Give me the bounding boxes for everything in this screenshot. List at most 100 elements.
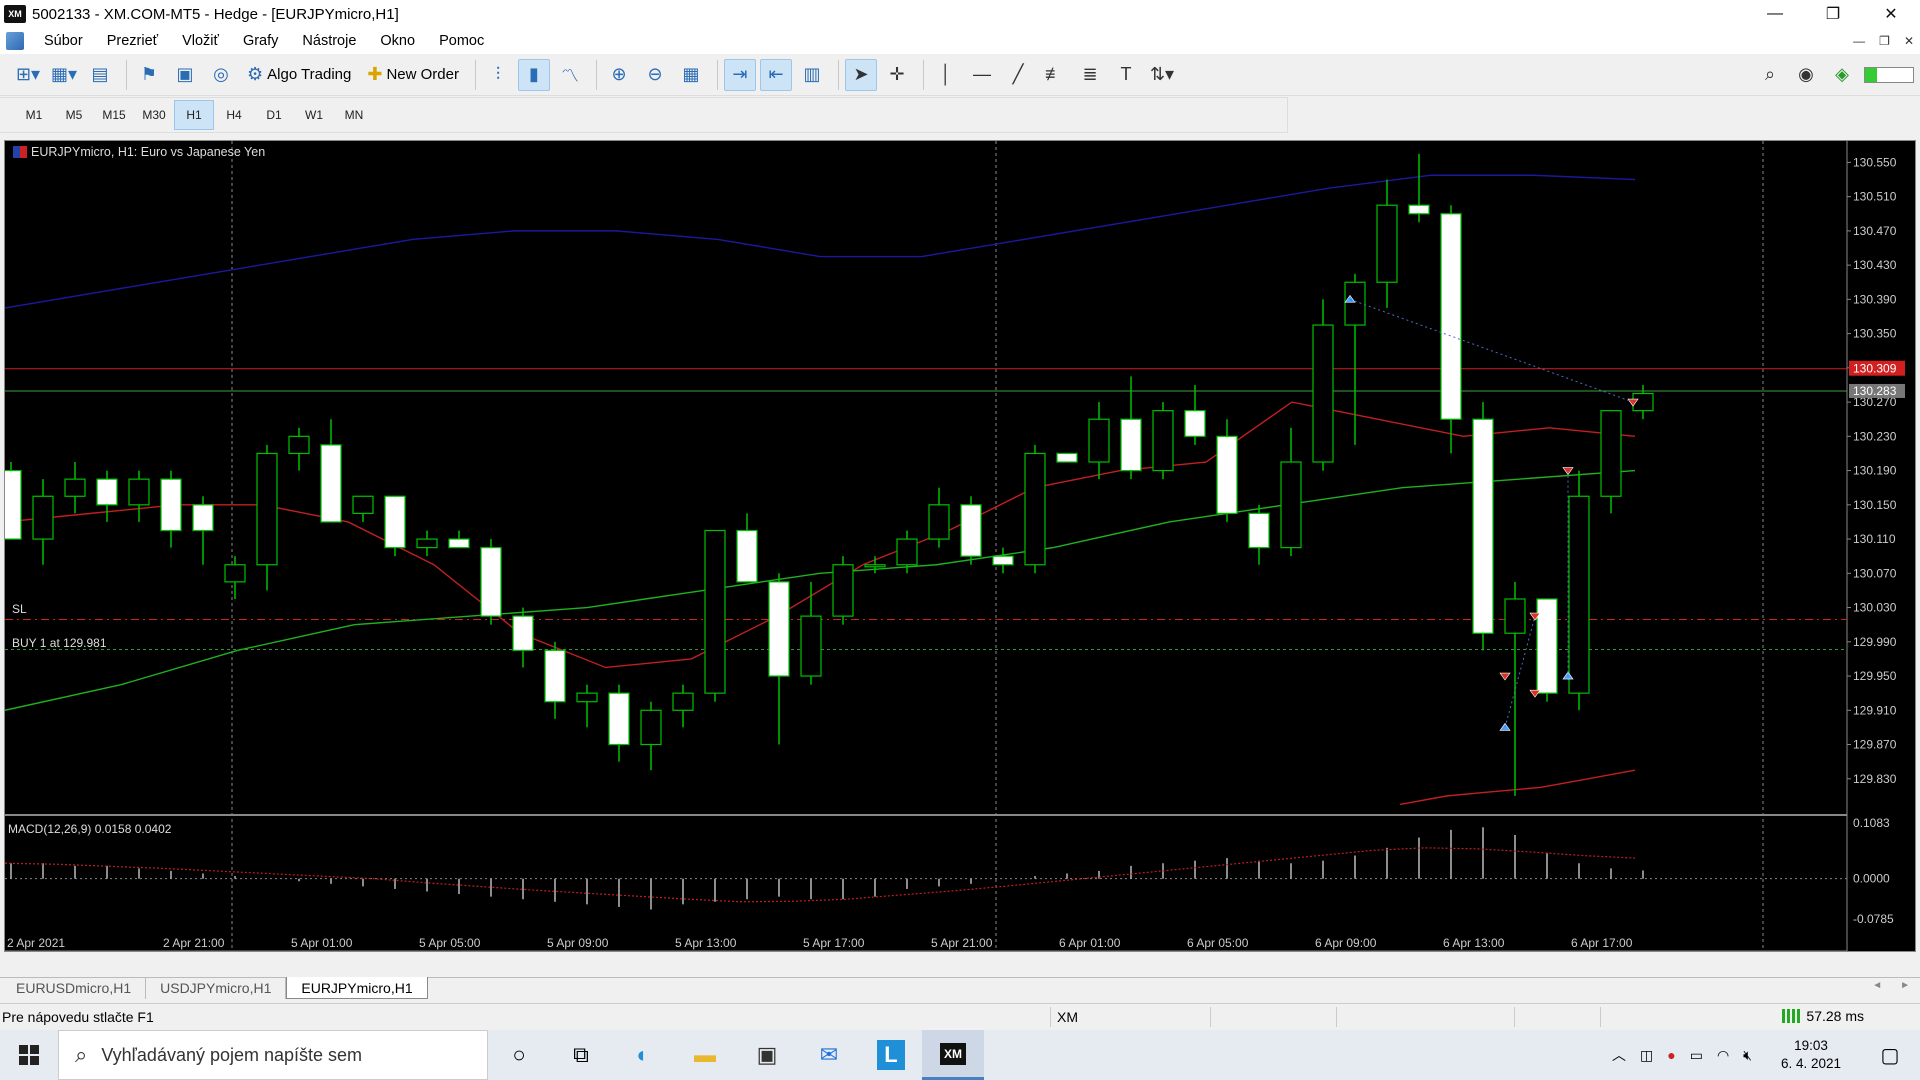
- menu-help[interactable]: Pomoc: [427, 33, 496, 49]
- candle-body: [128, 478, 150, 506]
- bid-price-label: 130.309: [1853, 362, 1897, 376]
- macd-tick-label: 0.0000: [1853, 872, 1890, 886]
- vertical-line-icon[interactable]: │: [930, 59, 962, 91]
- camera-icon[interactable]: ◫: [1640, 1047, 1653, 1064]
- new-order-button[interactable]: ✚ New Order: [361, 59, 465, 91]
- tab-prev-icon[interactable]: ◄: [1872, 980, 1882, 991]
- terminal-icon[interactable]: ▣: [169, 59, 201, 91]
- crosshair-icon[interactable]: ✛: [881, 59, 913, 91]
- battery-tray-icon[interactable]: ▭: [1690, 1047, 1703, 1064]
- timeframe-d1[interactable]: D1: [254, 100, 294, 130]
- mdi-minimize-button[interactable]: —: [1853, 34, 1865, 48]
- fibonacci-icon[interactable]: ≣: [1074, 59, 1106, 91]
- l-app-icon[interactable]: L: [860, 1030, 922, 1080]
- mdi-restore-button[interactable]: ❐: [1879, 34, 1890, 48]
- tab-eurjpy[interactable]: EURJPYmicro,H1: [286, 977, 428, 999]
- candlestick-chart-icon[interactable]: ▮: [518, 58, 550, 91]
- new-chart-icon[interactable]: ⊞▾: [12, 59, 44, 91]
- timeframe-w1[interactable]: W1: [294, 100, 334, 130]
- mdi-close-button[interactable]: ✕: [1904, 34, 1914, 48]
- macd-tick-label: -0.0785: [1853, 912, 1894, 926]
- algo-trading-button[interactable]: ⚙ Algo Trading: [241, 59, 357, 91]
- account-icon[interactable]: ◉: [1790, 59, 1822, 91]
- tray-expand-icon[interactable]: ︿: [1612, 1045, 1626, 1065]
- trendline-icon[interactable]: ╱: [1002, 59, 1034, 91]
- bar-chart-icon[interactable]: ⫶: [482, 59, 514, 91]
- notifications-icon[interactable]: ▢: [1870, 1043, 1910, 1068]
- candle-body: [192, 504, 214, 532]
- timeframe-m1[interactable]: M1: [14, 100, 54, 130]
- chart-shift-icon[interactable]: ⇤: [760, 58, 792, 91]
- timeframe-mn[interactable]: MN: [334, 100, 374, 130]
- candle-body: [384, 495, 406, 549]
- chart-window-icon[interactable]: [6, 32, 24, 50]
- timeframe-h1[interactable]: H1: [174, 100, 214, 130]
- level-badge-icon[interactable]: ◈: [1826, 59, 1858, 91]
- restore-button[interactable]: ❐: [1804, 0, 1862, 28]
- mt5-taskbar-icon[interactable]: XM: [922, 1030, 984, 1080]
- menu-file[interactable]: Súbor: [32, 33, 95, 49]
- zoom-in-icon[interactable]: ⊕: [603, 59, 635, 91]
- time-label: 5 Apr 01:00: [291, 936, 353, 950]
- equidistant-channel-icon[interactable]: ≢: [1038, 59, 1070, 91]
- signals-icon[interactable]: ◎: [205, 59, 237, 91]
- timeframe-m15[interactable]: M15: [94, 100, 134, 130]
- templates-icon[interactable]: ▥: [796, 59, 828, 91]
- horizontal-line-icon[interactable]: —: [966, 59, 998, 91]
- candle-body: [1600, 410, 1622, 497]
- tab-eurusd[interactable]: EURUSDmicro,H1: [2, 977, 147, 999]
- market-watch-icon[interactable]: ▤: [84, 59, 116, 91]
- mail-icon[interactable]: ✉: [798, 1030, 860, 1080]
- candle-body: [5, 469, 22, 540]
- store-icon[interactable]: ▣: [736, 1030, 798, 1080]
- close-button[interactable]: ✕: [1862, 0, 1920, 28]
- antivirus-icon[interactable]: ●: [1667, 1047, 1675, 1063]
- cortana-icon[interactable]: ○: [488, 1030, 550, 1080]
- timeframe-m5[interactable]: M5: [54, 100, 94, 130]
- volume-muted-icon[interactable]: 🔇︎: [1743, 1047, 1752, 1064]
- connection-status[interactable]: 57.28 ms: [1782, 1008, 1864, 1024]
- price-tick-label: 130.110: [1853, 532, 1896, 546]
- tab-next-icon[interactable]: ►: [1900, 980, 1910, 991]
- time-label: 6 Apr 01:00: [1059, 936, 1121, 950]
- cursor-icon[interactable]: ➤: [845, 58, 877, 91]
- start-button[interactable]: [0, 1030, 58, 1080]
- wifi-icon[interactable]: ◠: [1717, 1047, 1729, 1064]
- edge-icon[interactable]: ◐: [612, 1030, 674, 1080]
- price-tick-label: 130.230: [1853, 429, 1897, 443]
- strategy-tester-icon[interactable]: ⚑: [133, 59, 165, 91]
- menu-insert[interactable]: Vložiť: [170, 33, 231, 49]
- windows-taskbar: ⌕ Vyhľadávaný pojem napíšte sem ○ ⧉ ◐ ▬ …: [0, 1030, 1920, 1080]
- taskbar-clock[interactable]: 19:03 6. 4. 2021: [1766, 1037, 1856, 1073]
- candle-body: [32, 495, 54, 540]
- toolbar-separator: [596, 59, 597, 90]
- menu-tools[interactable]: Nástroje: [290, 33, 368, 49]
- candle-body: [736, 529, 758, 583]
- text-icon[interactable]: T: [1110, 59, 1142, 91]
- envelope-lower-line: [1399, 769, 1636, 806]
- tab-usdjpy[interactable]: USDJPYmicro,H1: [146, 977, 287, 999]
- line-chart-icon[interactable]: 〽: [554, 59, 586, 91]
- taskbar-search[interactable]: ⌕ Vyhľadávaný pojem napíšte sem: [58, 1030, 488, 1080]
- candle-body: [1568, 495, 1590, 694]
- file-explorer-icon[interactable]: ▬: [674, 1030, 736, 1080]
- candle-body: [448, 538, 470, 549]
- zoom-out-icon[interactable]: ⊖: [639, 59, 671, 91]
- price-chart[interactable]: 130.550 130.510 130.470 130.430 130.390 130.3…: [5, 141, 1915, 951]
- search-icon[interactable]: ⌕: [1754, 59, 1786, 91]
- menu-view[interactable]: Prezrieť: [95, 33, 170, 49]
- timeframe-m30[interactable]: M30: [134, 100, 174, 130]
- timeframe-h4[interactable]: H4: [214, 100, 254, 130]
- menu-window[interactable]: Okno: [368, 33, 427, 49]
- task-view-icon[interactable]: ⧉: [550, 1030, 612, 1080]
- menu-charts[interactable]: Grafy: [231, 33, 290, 49]
- price-tick-label: 129.870: [1853, 738, 1897, 752]
- minimize-button[interactable]: —: [1746, 0, 1804, 28]
- chart-window[interactable]: 130.550 130.510 130.470 130.430 130.390 130.3…: [4, 140, 1916, 952]
- auto-scroll-icon[interactable]: ⇥: [724, 58, 756, 91]
- price-tick-label: 130.070: [1853, 566, 1897, 580]
- profiles-icon[interactable]: ▦▾: [48, 59, 80, 91]
- price-tick-label: 130.510: [1853, 190, 1897, 204]
- arrows-icon[interactable]: ⇅▾: [1146, 59, 1178, 91]
- tile-windows-icon[interactable]: ▦: [675, 59, 707, 91]
